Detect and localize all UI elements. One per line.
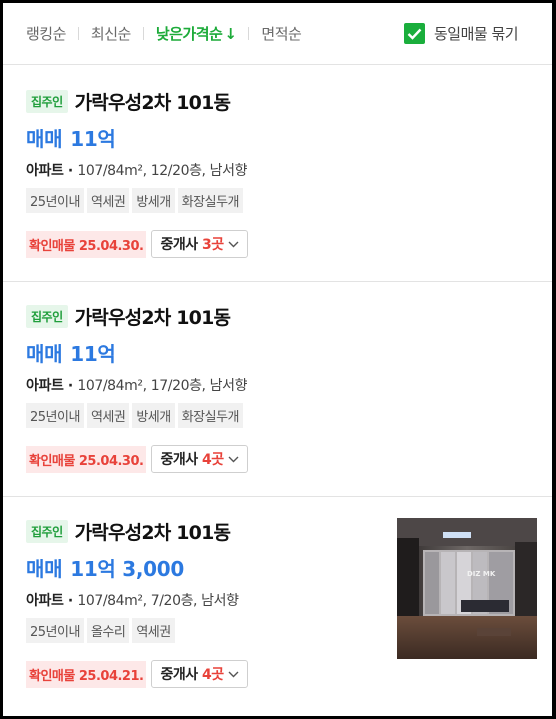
listing-price: 매매 11억 <box>26 338 116 367</box>
confirmed-listing-badge: 확인매물 25.04.30. <box>26 230 147 258</box>
sort-latest[interactable]: 최신순 <box>91 23 131 44</box>
confirmed-listing-badge: 확인매물 25.04.21. <box>26 660 147 688</box>
complex-name[interactable]: 가락우성2차 101동 <box>75 88 231 115</box>
agents-label: 중개사 <box>160 667 198 683</box>
chevron-down-icon <box>228 241 239 247</box>
agents-dropdown-button[interactable]: 중개사 4곳 <box>151 660 248 688</box>
agents-count: 4곳 <box>201 452 224 468</box>
sort-divider <box>142 27 144 40</box>
listing-item[interactable]: 집주인 가락우성2차 101동 매매 11억 아파트 · 107/84m², 12… <box>3 73 552 282</box>
agents-label: 중개사 <box>160 452 198 468</box>
spec-detail: 107/84m², 17/20층, 남서향 <box>77 378 248 394</box>
listing-specs: 아파트 · 107/84m², 17/20층, 남서향 <box>26 378 248 394</box>
listing-thumbnail[interactable]: DIZ MK <box>397 518 537 659</box>
tag-list: 25년이내 역세권 방세개 화장실두개 <box>26 403 244 428</box>
agents-dropdown-button[interactable]: 중개사 3곳 <box>151 230 248 258</box>
agents-dropdown-button[interactable]: 중개사 4곳 <box>151 445 248 473</box>
arrow-down-icon: ↓ <box>224 25 237 43</box>
price-value: 11억 <box>70 127 116 151</box>
listing-title-row: 집주인 가락우성2차 101동 <box>26 518 231 545</box>
sort-divider <box>248 27 250 40</box>
living-room-photo: DIZ MK <box>397 518 537 659</box>
group-toggle-label: 동일매물 묶기 <box>434 25 519 43</box>
listing-bottom-row: 확인매물 25.04.30. 중개사 3곳 <box>26 230 248 258</box>
feature-tag: 올수리 <box>86 618 130 643</box>
listing-panel: 랭킹순 최신순 낮은가격순 ↓ 면적순 동일매물 묶기 집주인 가락우성2차 10… <box>3 3 552 716</box>
group-same-listings-toggle[interactable]: 동일매물 묶기 <box>404 23 519 44</box>
listing-title-row: 집주인 가락우성2차 101동 <box>26 303 231 330</box>
listing-bottom-row: 확인매물 25.04.21. 중개사 4곳 <box>26 660 248 688</box>
feature-tag: 역세권 <box>86 188 130 213</box>
listing-bottom-row: 확인매물 25.04.30. 중개사 4곳 <box>26 445 248 473</box>
feature-tag: 역세권 <box>132 618 175 643</box>
feature-tag: 25년이내 <box>26 403 84 428</box>
agents-count: 3곳 <box>201 237 224 253</box>
feature-tag: 25년이내 <box>26 188 84 213</box>
property-type: 아파트 <box>26 163 64 179</box>
feature-tag: 역세권 <box>86 403 130 428</box>
confirmed-listing-badge: 확인매물 25.04.30. <box>26 445 147 473</box>
sort-divider <box>77 27 79 40</box>
listing-price: 매매 11억 <box>26 123 116 152</box>
tag-list: 25년이내 역세권 방세개 화장실두개 <box>26 188 244 213</box>
complex-name[interactable]: 가락우성2차 101동 <box>75 303 231 330</box>
agents-label: 중개사 <box>160 237 198 253</box>
sort-bar: 랭킹순 최신순 낮은가격순 ↓ 면적순 동일매물 묶기 <box>3 3 552 65</box>
feature-tag: 방세개 <box>132 188 175 213</box>
feature-tag: 25년이내 <box>26 618 84 643</box>
chevron-down-icon <box>228 456 239 462</box>
owner-badge: 집주인 <box>26 519 68 543</box>
listing-specs: 아파트 · 107/84m², 12/20층, 남서향 <box>26 163 248 179</box>
sort-area[interactable]: 면적순 <box>261 23 301 44</box>
price-value: 11억 3,000 <box>70 557 184 581</box>
listing-specs: 아파트 · 107/84m², 7/20층, 남서향 <box>26 593 239 609</box>
property-type: 아파트 <box>26 593 64 609</box>
sort-low-price[interactable]: 낮은가격순 ↓ <box>156 23 237 44</box>
agents-count: 4곳 <box>201 667 224 683</box>
feature-tag: 방세개 <box>132 403 175 428</box>
complex-name[interactable]: 가락우성2차 101동 <box>75 518 231 545</box>
price-value: 11억 <box>70 342 116 366</box>
owner-badge: 집주인 <box>26 89 68 113</box>
price-type: 매매 <box>26 557 63 581</box>
feature-tag: 화장실두개 <box>177 188 244 213</box>
tag-list: 25년이내 올수리 역세권 <box>26 618 175 643</box>
listing-price: 매매 11억 3,000 <box>26 553 184 582</box>
price-type: 매매 <box>26 342 63 366</box>
owner-badge: 집주인 <box>26 304 68 328</box>
chevron-down-icon <box>228 671 239 677</box>
sort-ranking[interactable]: 랭킹순 <box>26 23 66 44</box>
property-type: 아파트 <box>26 378 64 394</box>
listing-item[interactable]: 집주인 가락우성2차 101동 매매 11억 3,000 아파트 · 107/84… <box>3 503 552 716</box>
spec-detail: 107/84m², 7/20층, 남서향 <box>77 593 239 609</box>
thumbnail-watermark: DIZ MK <box>467 570 496 578</box>
spec-detail: 107/84m², 12/20층, 남서향 <box>77 163 248 179</box>
listing-title-row: 집주인 가락우성2차 101동 <box>26 88 231 115</box>
sort-low-price-label: 낮은가격순 <box>155 25 223 43</box>
price-type: 매매 <box>26 127 63 151</box>
feature-tag: 화장실두개 <box>177 403 244 428</box>
checkbox-checked-icon[interactable] <box>404 23 425 44</box>
listing-item[interactable]: 집주인 가락우성2차 101동 매매 11억 아파트 · 107/84m², 17… <box>3 288 552 497</box>
